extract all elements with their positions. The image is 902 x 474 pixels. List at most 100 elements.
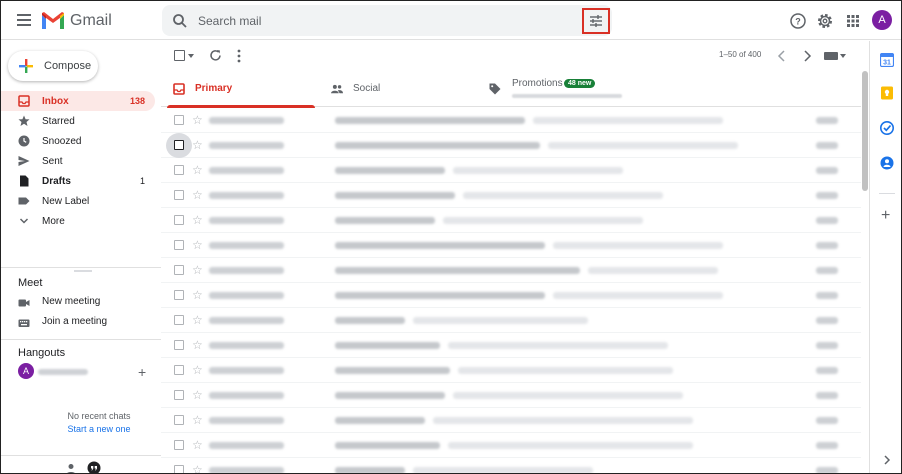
email-subject [335, 342, 440, 349]
search-bar[interactable] [162, 5, 612, 36]
email-row[interactable]: ☆ [161, 358, 861, 383]
star-toggle-icon[interactable]: ☆ [192, 113, 203, 127]
person-icon[interactable] [65, 463, 77, 474]
input-tools-caret-icon[interactable] [840, 54, 846, 58]
account-avatar[interactable]: A [872, 10, 892, 30]
star-toggle-icon[interactable]: ☆ [192, 413, 203, 427]
email-row[interactable]: ☆ [161, 208, 861, 233]
tab-social[interactable]: Social [321, 71, 486, 107]
hangouts-section-title: Hangouts [18, 347, 66, 359]
join-meeting-item[interactable]: Join a meeting [1, 314, 161, 332]
contacts-icon[interactable] [880, 156, 894, 170]
email-checkbox[interactable] [174, 465, 184, 473]
email-checkbox[interactable] [174, 415, 184, 425]
pagination-range: 1–50 of 400 [719, 50, 762, 59]
email-row[interactable]: ☆ [161, 383, 861, 408]
star-toggle-icon[interactable]: ☆ [192, 363, 203, 377]
select-dropdown-caret-icon[interactable] [188, 54, 194, 58]
star-toggle-icon[interactable]: ☆ [192, 388, 203, 402]
main-menu-icon[interactable] [17, 14, 31, 26]
star-toggle-icon[interactable]: ☆ [192, 463, 203, 473]
divider [1, 339, 161, 340]
resize-handle[interactable] [74, 270, 92, 272]
star-toggle-icon[interactable]: ☆ [192, 238, 203, 252]
email-row[interactable]: ☆ [161, 458, 861, 473]
sidebar-item-starred[interactable]: Starred [1, 111, 155, 131]
email-row[interactable]: ☆ [161, 183, 861, 208]
email-row[interactable]: ☆ [161, 308, 861, 333]
search-options-button[interactable] [582, 8, 610, 34]
star-toggle-icon[interactable]: ☆ [192, 213, 203, 227]
star-toggle-icon[interactable]: ☆ [192, 163, 203, 177]
scrollbar-thumb[interactable] [862, 71, 868, 191]
hangouts-quote-icon[interactable] [87, 461, 101, 474]
email-checkbox[interactable] [174, 315, 184, 325]
email-checkbox[interactable] [174, 265, 184, 275]
add-chat-plus-icon[interactable]: + [138, 364, 146, 380]
chevron-right-icon[interactable] [802, 50, 812, 62]
email-snippet [453, 167, 623, 174]
star-toggle-icon[interactable]: ☆ [192, 138, 203, 152]
email-row[interactable]: ☆ [161, 408, 861, 433]
email-date [816, 467, 838, 473]
email-checkbox[interactable] [174, 365, 184, 375]
tab-promotions[interactable]: Promotions 48 new [486, 71, 686, 107]
calendar-icon[interactable]: 31 [880, 53, 894, 67]
mail-list-scrollbar[interactable] [861, 71, 869, 231]
search-input[interactable] [198, 12, 558, 30]
new-meeting-item[interactable]: New meeting [1, 294, 161, 312]
settings-gear-icon[interactable] [816, 12, 834, 30]
star-toggle-icon[interactable]: ☆ [192, 188, 203, 202]
email-row[interactable]: ☆ [161, 433, 861, 458]
sidebar-item-snoozed[interactable]: Snoozed [1, 131, 155, 151]
refresh-icon[interactable] [209, 49, 222, 62]
star-toggle-icon[interactable]: ☆ [192, 338, 203, 352]
hangouts-user[interactable]: A + [18, 363, 158, 381]
sidebar-item-inbox[interactable]: Inbox 138 [1, 91, 155, 111]
email-subject [335, 292, 545, 299]
email-checkbox[interactable] [174, 340, 184, 350]
keep-notes-icon[interactable] [880, 86, 894, 100]
email-checkbox[interactable] [174, 240, 184, 250]
tab-primary[interactable]: Primary [161, 71, 321, 108]
email-row[interactable]: ☆ [161, 283, 861, 308]
email-row[interactable]: ☆ [161, 333, 861, 358]
email-checkbox[interactable] [174, 115, 184, 125]
email-row[interactable]: ☆ [161, 158, 861, 183]
more-vert-icon[interactable] [237, 49, 241, 63]
email-checkbox[interactable] [174, 290, 184, 300]
select-all-checkbox[interactable] [174, 50, 185, 61]
email-checkbox[interactable] [174, 140, 184, 150]
star-toggle-icon[interactable]: ☆ [192, 438, 203, 452]
email-row[interactable]: ☆ [161, 133, 861, 158]
expand-panel-chevron-icon[interactable] [883, 455, 891, 465]
help-icon[interactable]: ? [789, 12, 807, 30]
email-date [816, 442, 838, 449]
chevron-left-icon[interactable] [777, 50, 787, 62]
star-toggle-icon[interactable]: ☆ [192, 288, 203, 302]
search-icon[interactable] [172, 13, 188, 29]
email-checkbox[interactable] [174, 215, 184, 225]
tasks-icon[interactable] [880, 121, 894, 135]
email-checkbox[interactable] [174, 390, 184, 400]
get-addons-plus-icon[interactable]: + [881, 208, 890, 224]
sidebar-item-more[interactable]: More [1, 211, 155, 231]
email-checkbox[interactable] [174, 165, 184, 175]
compose-button[interactable]: Compose [8, 51, 98, 81]
sidebar-item-sent[interactable]: Sent [1, 151, 155, 171]
star-toggle-icon[interactable]: ☆ [192, 313, 203, 327]
email-checkbox[interactable] [174, 190, 184, 200]
sidebar-item-drafts[interactable]: Drafts 1 [1, 171, 155, 191]
star-toggle-icon[interactable]: ☆ [192, 263, 203, 277]
apps-grid-icon[interactable] [844, 12, 862, 30]
email-subject [335, 192, 455, 199]
divider [1, 267, 161, 268]
svg-text:?: ? [795, 17, 801, 27]
email-checkbox[interactable] [174, 440, 184, 450]
input-tools-keyboard-icon[interactable] [824, 52, 838, 60]
email-row[interactable]: ☆ [161, 233, 861, 258]
gmail-logo[interactable]: Gmail [41, 10, 112, 32]
email-row[interactable]: ☆ [161, 258, 861, 283]
email-row[interactable]: ☆ [161, 108, 861, 133]
sidebar-item-new-label[interactable]: New Label [1, 191, 155, 211]
